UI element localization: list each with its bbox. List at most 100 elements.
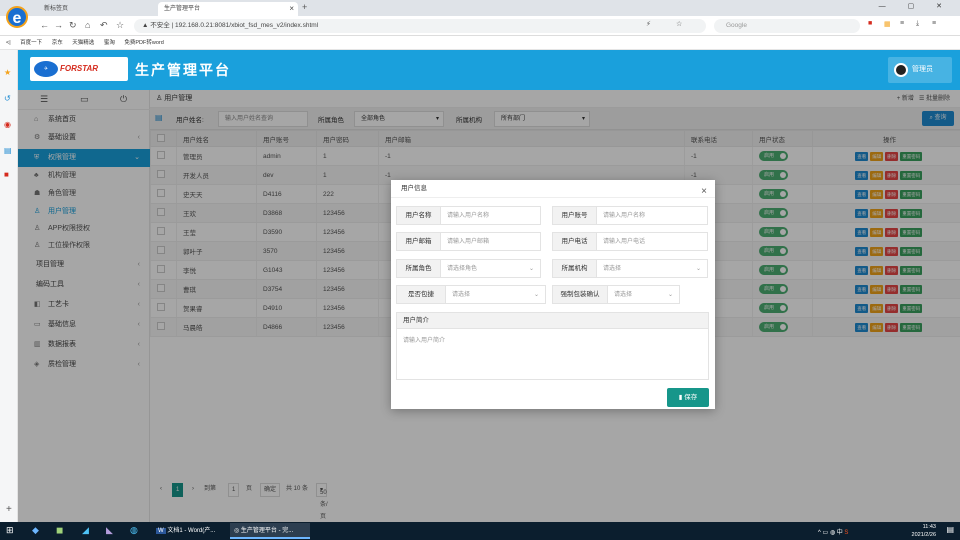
bookmarks-bar: <| 百度一下 京东 天猫精选 蜜淘 免费PDF转word [0,36,960,50]
dialog-title: 用户信息 [401,185,427,192]
intro-textarea[interactable]: 请输入用户简介 [397,329,708,379]
browser-tab-bar: 新标签页 生产管理平台 × + — ▢ ✕ [0,0,960,16]
force-pack-confirm-select[interactable]: 请选择 ⌄ [608,285,680,304]
app-icon[interactable]: ◢ [82,525,89,536]
brand-name: FORSTAR [60,64,99,73]
taskbar: ⊞ ◆ ◼ ◢ ◣ ◍ W 文档1 - Word(产... ◎ 生产管理平台 -… [0,522,960,540]
tab-new-tab[interactable]: 新标签页 [38,2,148,16]
windows-start-icon[interactable]: ⊞ [6,525,14,536]
bookmark-item[interactable]: 天猫精选 [72,40,94,46]
app-title: 生产管理平台 [135,62,231,78]
tab-label: 生产管理平台 [164,6,201,12]
bookmark-toggle-icon[interactable]: <| [6,40,11,46]
tab-production-platform[interactable]: 生产管理平台 × [158,2,298,16]
tray-icons[interactable]: ^ ▭ ◍ 中 S [818,527,848,536]
user-email-field[interactable]: 请输入用户邮箱 [441,232,541,251]
user-email-field-label: 用户邮箱 [396,232,441,251]
user-info-dialog: 用户信息 × 用户名称 请输入用户名称 用户账号 请输入用户名称 用户邮箱 请输入用户邮箱… [391,180,715,409]
bookmark-item[interactable]: 蜜淘 [104,40,115,46]
edge-icon[interactable]: ◍ [130,525,138,536]
user-name-field-label: 用户名称 [396,206,441,225]
antivirus-icon: S [844,530,849,536]
search-input[interactable]: Google [714,19,860,33]
dialog-header: 用户信息 × [391,180,715,198]
app-icon[interactable]: ◣ [106,525,113,536]
ime-indicator: 中 [836,530,843,536]
save-label: 保存 [684,394,698,401]
notification-icon[interactable]: ▤ [946,525,954,534]
extension-icon[interactable]: ■ [868,20,872,27]
download-icon[interactable]: ⤓ [916,20,919,28]
back-icon[interactable]: ← [40,20,49,30]
settings-icon[interactable]: ≡ [932,20,936,27]
star-icon[interactable]: ☆ [116,20,124,31]
packing-select-label: 是否包捷 [396,285,446,304]
home-icon[interactable]: ⌂ [85,20,90,30]
user-name-field[interactable]: 请输入用户名称 [441,206,541,225]
role-select[interactable]: 请选择角色 ⌄ [441,259,541,278]
field-placeholder: 请选择 [603,266,622,272]
weibo-icon[interactable]: ◉ [4,120,11,129]
new-tab-button[interactable]: + [302,2,307,12]
brand-logo: ✈ FORSTAR [30,57,128,81]
close-icon[interactable]: × [701,183,707,201]
field-placeholder: 请选择 [614,292,633,298]
user-menu[interactable]: 管理员 [888,57,952,83]
reader-icon[interactable]: ▤ [4,146,12,155]
app-icon[interactable]: ◼ [56,525,63,536]
window-controls[interactable]: — ▢ ✕ [879,2,952,10]
bookmark-item[interactable]: 免费PDF转word [124,40,163,46]
bookmark-item[interactable]: 京东 [52,40,63,46]
user-name: 管理员 [912,66,933,73]
field-placeholder: 请输入用户电话 [603,239,646,245]
field-placeholder: 请输入用户邮箱 [447,239,490,245]
app-icon[interactable]: ■ [4,170,9,179]
clock-time: 11:43 [922,524,936,530]
bookmark-star-icon[interactable]: ☆ [676,20,682,28]
tab-label: 新标签页 [44,6,69,12]
role-select-label: 所属角色 [396,259,441,278]
taskbar-app-word[interactable]: W 文档1 - Word(产... [152,523,226,539]
word-icon: W [156,528,166,534]
chevron-down-icon: ⌄ [695,266,701,272]
lightning-icon[interactable]: ⚡ [646,20,651,28]
undo-icon[interactable]: ↶ [100,20,108,31]
url-input[interactable]: ▲ 不安全 | 192.168.0.21:8081/xbiot_fsd_mes_… [134,19,706,33]
apps-icon[interactable]: ▦ [884,20,891,28]
intro-label: 用户简介 [397,313,708,329]
user-account-field-label: 用户账号 [552,206,597,225]
field-placeholder: 请输入用户名称 [603,213,646,219]
app-icon[interactable]: ◆ [32,525,39,536]
taskbar-app-browser[interactable]: ◎ 生产管理平台 - 完... [230,523,310,539]
user-phone-field-label: 用户电话 [552,232,597,251]
field-placeholder: 请选择 [452,292,471,298]
clock[interactable]: 11:43 2021/2/26 [912,523,936,539]
favorites-icon[interactable]: ★ [4,68,11,77]
browser-side-rail: ★ ↺ ◉ ▤ ■ [0,50,18,522]
chevron-down-icon: ⌄ [528,266,534,272]
org-select[interactable]: 请选择 ⌄ [597,259,708,278]
chevron-down-icon: ⌄ [533,292,539,298]
bookmark-item[interactable]: 百度一下 [20,40,42,46]
address-bar: ← → ↻ ⌂ ↶ ☆ ▲ 不安全 | 192.168.0.21:8081/xb… [0,16,960,36]
browser-logo-icon: e [6,6,28,28]
clock-date: 2021/2/26 [911,532,936,538]
field-placeholder: 请输入用户名称 [447,213,490,219]
save-button[interactable]: ▮ 保存 [667,388,709,407]
user-phone-field[interactable]: 请输入用户电话 [597,232,708,251]
packing-select[interactable]: 请选择 ⌄ [446,285,546,304]
add-icon[interactable]: + [6,504,12,515]
reload-icon[interactable]: ↻ [69,20,77,31]
intro-field: 用户简介 请输入用户简介 [396,312,709,380]
user-account-field[interactable]: 请输入用户名称 [597,206,708,225]
menu-icon[interactable]: ≡ [900,20,904,27]
close-icon[interactable]: × [289,2,294,16]
taskbar-app-label: 生产管理平台 - 完... [240,528,294,534]
chevron-down-icon: ⌄ [667,292,673,298]
org-select-label: 所属机构 [552,259,597,278]
forward-icon[interactable]: → [54,20,63,30]
taskbar-app-label: 文档1 - Word(产... [167,528,216,534]
field-placeholder: 请选择角色 [447,266,478,272]
force-pack-confirm-select-label: 强制包装确认 [552,285,608,304]
history-icon[interactable]: ↺ [4,94,11,103]
